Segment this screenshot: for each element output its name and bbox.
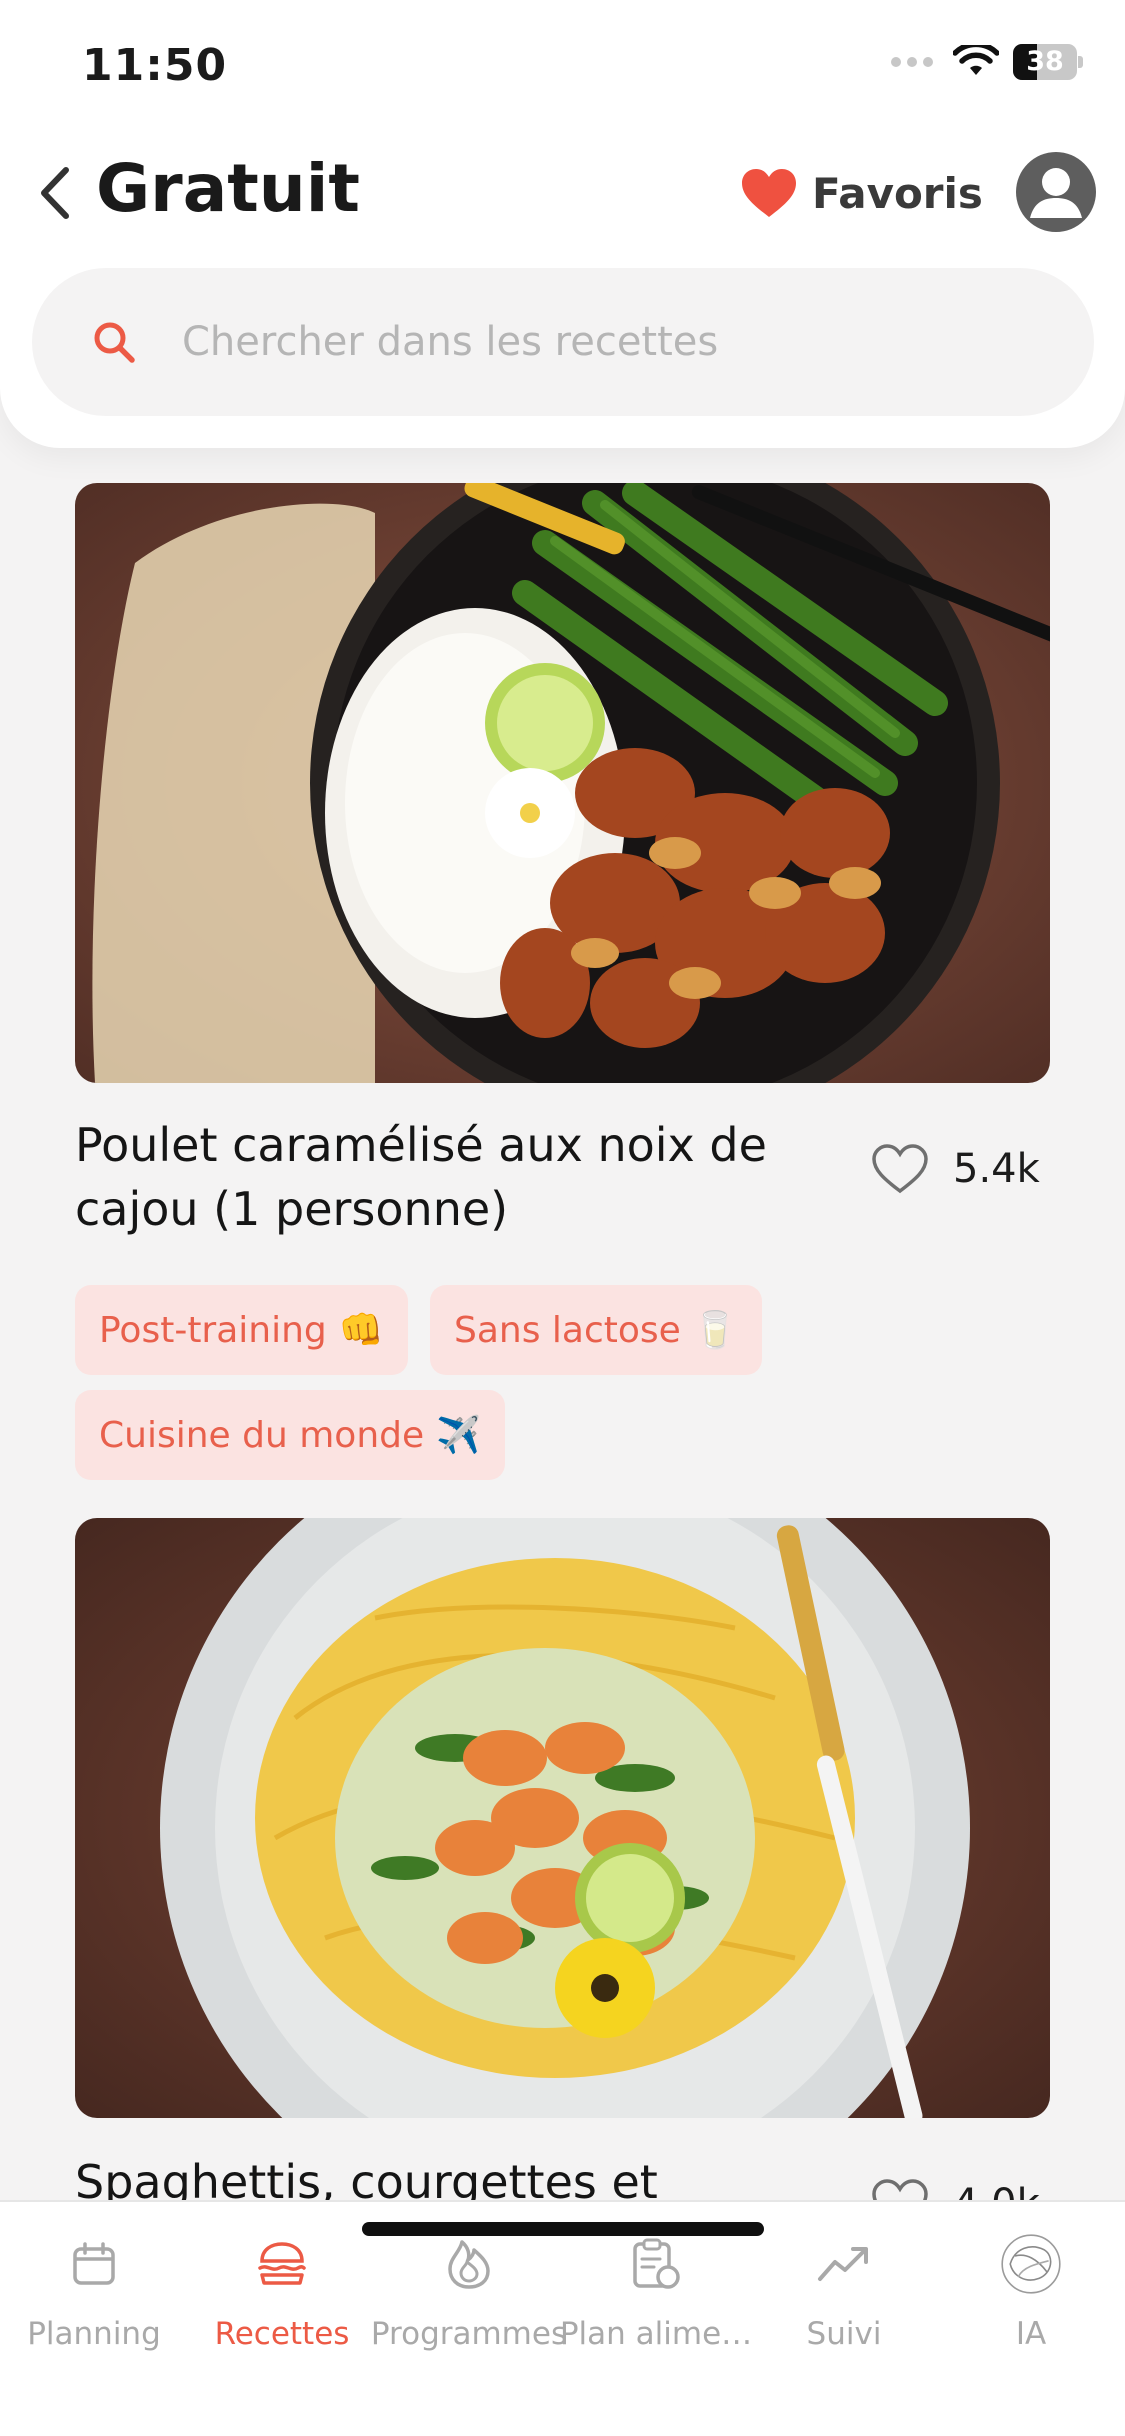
recipe-card[interactable]: Spaghettis, courgettes et 4.0k	[75, 1518, 1050, 2200]
status-time: 11:50	[82, 40, 228, 91]
tag-label: Post-training	[99, 1309, 327, 1351]
recipe-title[interactable]: Spaghettis, courgettes et	[75, 2150, 835, 2200]
favorites-button[interactable]: Favoris	[740, 160, 983, 226]
recipe-photo-spaghetti-shrimp[interactable]	[75, 1518, 1050, 2118]
ai-orb-icon	[1001, 2234, 1061, 2294]
tab-ia[interactable]: IA	[937, 2202, 1125, 2392]
recipe-photo-chicken-cashew[interactable]	[75, 483, 1050, 1083]
recipes-screen: 11:50 38 Gratuit Favoris Chercher dans l…	[0, 0, 1125, 2436]
tag-label: Cuisine du monde	[99, 1414, 425, 1456]
search-input[interactable]	[182, 319, 982, 365]
tab-label: Plan alime…	[559, 2316, 753, 2352]
tab-label: Recettes	[214, 2316, 350, 2352]
user-icon	[1030, 168, 1082, 218]
home-indicator	[362, 2222, 764, 2236]
tab-planning[interactable]: Planning	[0, 2202, 188, 2392]
favorites-label: Favoris	[812, 168, 983, 218]
search-icon	[94, 322, 135, 363]
tag-post-training[interactable]: Post-training 👊	[75, 1285, 408, 1375]
recipe-card[interactable]: Poulet caramélisé aux noix de cajou (1 p…	[75, 483, 1050, 1480]
battery-level: 38	[1026, 46, 1064, 77]
chevron-left-icon	[41, 167, 69, 219]
tag-label: Sans lactose	[454, 1309, 681, 1351]
like-button[interactable]: 5.4k	[871, 1143, 1040, 1195]
tab-label: Planning	[27, 2316, 161, 2352]
like-count: 5.4k	[953, 1146, 1040, 1192]
burger-icon	[258, 2242, 306, 2285]
like-count: 4.0k	[953, 2181, 1040, 2200]
search-bar[interactable]	[32, 268, 1094, 416]
like-button[interactable]: 4.0k	[871, 2178, 1040, 2200]
battery-icon: 38	[1013, 44, 1083, 80]
heart-outline-icon	[872, 1144, 928, 1194]
tag-sans-lactose[interactable]: Sans lactose 🥛	[430, 1285, 762, 1375]
profile-avatar[interactable]	[1016, 152, 1096, 232]
fist-emoji-icon: 👊	[338, 1310, 384, 1351]
recipe-feed[interactable]: Poulet caramélisé aux noix de cajou (1 p…	[0, 448, 1125, 2200]
tab-suivi[interactable]: Suivi	[750, 2202, 938, 2392]
heart-filled-icon	[742, 169, 796, 217]
tag-cuisine-du-monde[interactable]: Cuisine du monde ✈️	[75, 1390, 505, 1480]
heart-outline-icon	[872, 2179, 928, 2200]
trend-up-icon	[818, 2247, 868, 2281]
clipboard-icon	[633, 2238, 680, 2289]
tab-label: Suivi	[806, 2316, 882, 2352]
wifi-icon	[953, 45, 999, 75]
page-title: Gratuit	[96, 150, 360, 227]
tab-label: IA	[1015, 2316, 1047, 2352]
back-button[interactable]	[30, 160, 80, 226]
header: 11:50 38 Gratuit Favoris Chercher dans l…	[0, 0, 1125, 448]
flame-icon	[448, 2240, 490, 2289]
tab-recettes[interactable]: Recettes	[188, 2202, 376, 2392]
airplane-emoji-icon: ✈️	[436, 1415, 481, 1456]
milk-glass-emoji-icon: 🥛	[692, 1310, 738, 1351]
recipe-title[interactable]: Poulet caramélisé aux noix de cajou (1 p…	[75, 1113, 835, 1241]
cellular-signal-icon	[891, 57, 933, 67]
calendar-icon	[73, 2242, 115, 2285]
tab-label: Programmes	[370, 2316, 568, 2352]
status-icons: 38	[891, 44, 1083, 80]
